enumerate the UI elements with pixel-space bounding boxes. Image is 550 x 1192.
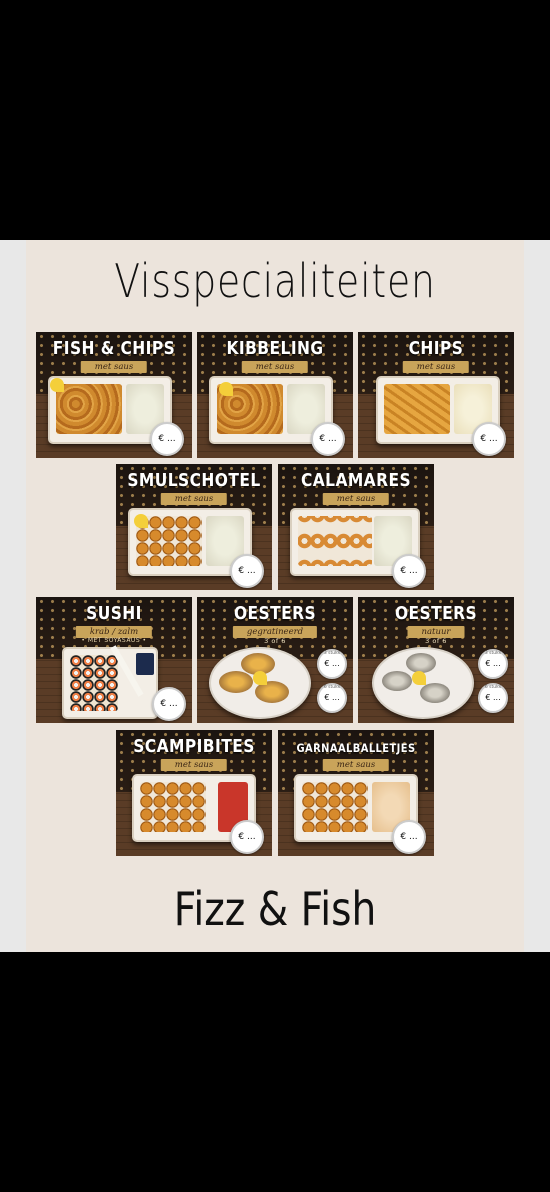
card-title: CHIPS	[408, 338, 464, 359]
oyster-plate	[372, 647, 474, 719]
food-image	[298, 516, 372, 566]
card-fish-and-chips: FISH & CHIPS met saus € ...	[36, 332, 192, 458]
menu-poster: Visspecialiteiten FISH & CHIPS met saus …	[0, 240, 550, 952]
card-calamares: CALAMARES met saus € ...	[278, 464, 434, 590]
lemon-icon	[134, 514, 148, 528]
card-title: SMULSCHOTEL	[127, 470, 261, 491]
price-badge: € ...	[311, 422, 345, 456]
card-subtitle: met saus	[241, 361, 309, 373]
poster-frame-right	[524, 240, 550, 952]
price-badge: € ...	[230, 820, 264, 854]
food-image	[384, 384, 450, 434]
price-badge-6: 6 stuks € ...	[478, 683, 508, 713]
card-subtitle: met saus	[322, 493, 390, 505]
food-image	[70, 655, 118, 711]
card-scampibites: SCAMPIBITES met saus € ...	[116, 730, 272, 856]
card-title: SCAMPIBITES	[133, 736, 255, 757]
card-subtitle: met saus	[160, 759, 228, 771]
card-note: 3 of 6	[264, 637, 286, 645]
price-badge-3: 3 stuks € ...	[478, 649, 508, 679]
card-subtitle: met saus	[160, 493, 228, 505]
card-kibbeling: KIBBELING met saus € ...	[197, 332, 353, 458]
card-oesters-gegratineerd: OESTERS gegratineerd 3 of 6 3 stuks € ...…	[197, 597, 353, 723]
food-image	[140, 782, 206, 832]
poster-frame-left	[0, 240, 26, 952]
card-note: 3 of 6	[425, 637, 447, 645]
lemon-icon	[253, 671, 267, 685]
price-badge: € ...	[152, 687, 186, 721]
price-badge: € ...	[472, 422, 506, 456]
food-image	[56, 384, 122, 434]
lemon-icon	[412, 671, 426, 685]
lemon-icon	[50, 378, 64, 392]
price-badge: € ...	[392, 820, 426, 854]
card-subtitle: met saus	[322, 759, 390, 771]
price-badge-3: 3 stuks € ...	[317, 649, 347, 679]
card-sushi: SUSHI krab / zalm • MET SOYASAUS • € ...	[36, 597, 192, 723]
card-title: FISH & CHIPS	[52, 338, 176, 359]
price-badge-6: 6 stuks € ...	[317, 683, 347, 713]
card-smulschotel: SMULSCHOTEL met saus € ...	[116, 464, 272, 590]
price-badge: € ...	[230, 554, 264, 588]
card-title: OESTERS	[233, 603, 317, 624]
soy-sauce-icon	[136, 653, 154, 675]
card-oesters-natuur: OESTERS natuur 3 of 6 3 stuks € ... 6 stu…	[358, 597, 514, 723]
brand-footer: Fizz & Fish	[173, 882, 377, 936]
card-title: SUSHI	[86, 603, 142, 624]
card-subtitle: met saus	[402, 361, 470, 373]
price-badge: € ...	[392, 554, 426, 588]
poster-title: Visspecialiteiten	[114, 254, 436, 308]
card-chips: CHIPS met saus € ...	[358, 332, 514, 458]
card-title: GARNAALBALLETJES	[296, 741, 416, 755]
card-title: OESTERS	[394, 603, 478, 624]
food-image	[302, 782, 368, 832]
price-badge: € ...	[150, 422, 184, 456]
card-title: CALAMARES	[300, 470, 412, 491]
card-note: • MET SOYASAUS •	[81, 637, 147, 644]
oyster-plate	[209, 647, 311, 719]
card-garnaalballetjes: GARNAALBALLETJES met saus € ...	[278, 730, 434, 856]
card-subtitle: met saus	[80, 361, 148, 373]
lemon-icon	[219, 382, 233, 396]
card-title: KIBBELING	[226, 338, 324, 359]
